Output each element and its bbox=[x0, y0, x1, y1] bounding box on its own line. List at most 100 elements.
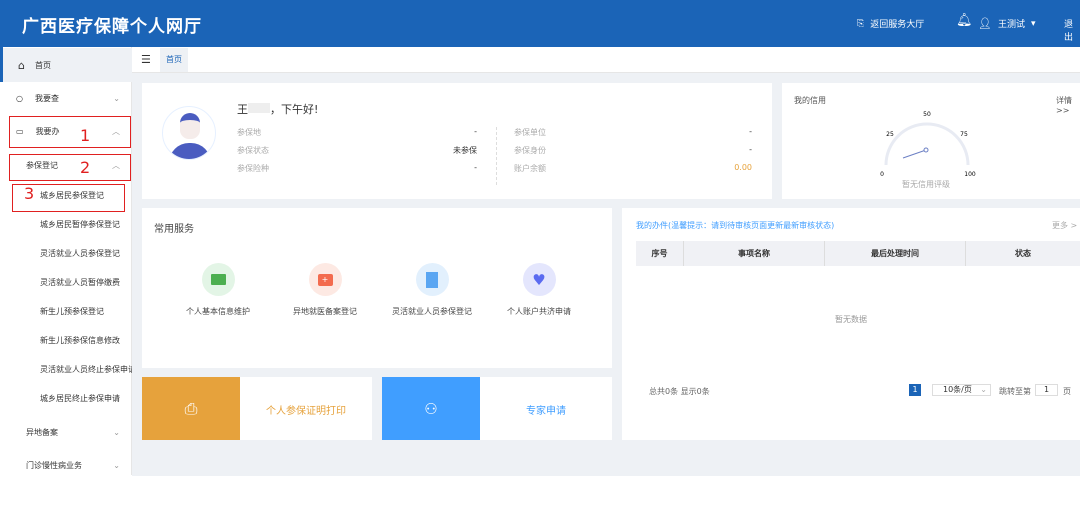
subitem-label: 城乡居民终止参保申请 bbox=[40, 394, 120, 403]
service-label: 灵活就业人员参保登记 bbox=[392, 307, 472, 316]
subitem-label: 灵活就业人员暂停缴费 bbox=[40, 278, 120, 287]
profile-card: 王 ，下午好! 参保地 - 参保状态 未参保 参保险种 - 参保单位 - 参保身份 - 账户余额 0.0… bbox=[142, 83, 772, 199]
profile-value: - bbox=[749, 127, 752, 136]
service-label: 异地就医备案登记 bbox=[293, 307, 357, 316]
greeting-name: 王 bbox=[237, 103, 248, 116]
sidebar-subitem[interactable]: 灵活就业人员终止参保申请 bbox=[0, 364, 132, 375]
gauge-arc bbox=[884, 122, 970, 166]
credit-title: 我的信用 bbox=[794, 96, 826, 105]
service-account-sharing[interactable]: ♥ 个人账户共济申请 bbox=[484, 263, 594, 317]
menu-toggle-icon[interactable]: ☰ bbox=[141, 53, 151, 66]
sidebar-subitem[interactable]: 新生儿预参保信息修改 bbox=[0, 335, 132, 346]
sidebar-subitem[interactable]: 城乡居民暂停参保登记 bbox=[0, 219, 132, 230]
print-label: 个人参保证明打印 bbox=[266, 406, 346, 417]
chevron-down-icon: ⌄ bbox=[113, 94, 120, 103]
credit-detail-link[interactable]: 详情>> bbox=[1056, 95, 1080, 115]
main-content: 王 ，下午好! 参保地 - 参保状态 未参保 参保险种 - 参保单位 - 参保身份 - 账户余额 0.0… bbox=[132, 73, 1080, 476]
return-label: 返回服务大厅 bbox=[870, 20, 925, 30]
chevron-down-icon: ⌄ bbox=[113, 461, 120, 470]
credit-status: 暂无信用评级 bbox=[902, 180, 950, 189]
sidebar-item-outpatient[interactable]: 门诊慢性病业务 ⌄ bbox=[0, 460, 132, 471]
active-indicator bbox=[0, 47, 3, 82]
tab-home[interactable]: 首页 bbox=[160, 48, 188, 72]
sidebar-subitem[interactable]: 新生儿预参保登记 bbox=[0, 306, 132, 317]
breadcrumb: ☰ 首页 bbox=[132, 48, 1080, 73]
jump-label: 跳转至第 bbox=[999, 387, 1031, 396]
col-header-time: 最后处理时间 bbox=[825, 241, 966, 266]
profile-value: 未参保 bbox=[453, 146, 477, 155]
profile-value: 0.00 bbox=[734, 163, 752, 172]
jump-page-input[interactable]: 1 bbox=[1035, 384, 1058, 396]
subitem-label: 新生儿预参保信息修改 bbox=[40, 336, 120, 345]
sidebar-item-home[interactable]: ⌂ 首页 bbox=[0, 48, 132, 82]
annotation-number-3: 3 bbox=[24, 184, 35, 203]
building-icon bbox=[415, 263, 449, 296]
exit-door-icon: ⎘ bbox=[857, 18, 865, 29]
services-title: 常用服务 bbox=[154, 224, 194, 235]
credit-card: 我的信用 详情>> 0 25 50 75 100 暂无信用评级 bbox=[782, 83, 1080, 199]
service-label: 个人基本信息维护 bbox=[186, 307, 250, 316]
gauge-tick-100: 100 bbox=[964, 171, 976, 177]
subitem-label: 新生儿预参保登记 bbox=[40, 307, 104, 316]
annotation-number-1: 1 bbox=[80, 126, 91, 145]
todo-more-link[interactable]: 更多 > bbox=[1052, 220, 1077, 231]
user-name: 王测试 bbox=[997, 20, 1025, 30]
profile-label: 参保单位 bbox=[514, 128, 546, 137]
person-icon: ⚇ bbox=[382, 377, 480, 440]
sidebar-item-query[interactable]: ○ 我要查 ⌄ bbox=[0, 93, 132, 104]
profile-value: - bbox=[749, 145, 752, 154]
id-card-icon bbox=[201, 263, 235, 296]
profile-label: 参保身份 bbox=[514, 146, 546, 155]
user-menu[interactable]: 👤︎ 王测试 ▾ bbox=[978, 17, 1036, 30]
page-1-button[interactable]: 1 bbox=[909, 384, 921, 396]
return-hall-link[interactable]: ⎘ 返回服务大厅 bbox=[857, 17, 925, 31]
gauge-tick-0: 0 bbox=[880, 171, 884, 177]
logout-link[interactable]: 退出 bbox=[1064, 17, 1080, 43]
sidebar-item-remote[interactable]: 异地备案 ⌄ bbox=[0, 427, 132, 438]
service-personal-info[interactable]: 个人基本信息维护 bbox=[163, 263, 273, 317]
sidebar: ⌂ 首页 ○ 我要查 ⌄ ▭ 我要办 ︿ 参保登记 ︿ 城乡居民参保登记 城乡居民暂停参保登记… bbox=[0, 47, 132, 475]
remote-label: 异地备案 bbox=[26, 428, 58, 437]
subitem-label: 城乡居民暂停参保登记 bbox=[40, 220, 120, 229]
annotation-box-2 bbox=[9, 154, 131, 181]
credit-gauge: 0 25 50 75 100 bbox=[880, 111, 976, 177]
page-size-select[interactable]: 10条/页 ⌄ bbox=[932, 384, 991, 396]
site-title: 广西医疗保障个人网厅 bbox=[22, 17, 202, 37]
subitem-label: 灵活就业人员终止参保申请 bbox=[40, 365, 132, 374]
profile-value: - bbox=[474, 163, 477, 172]
profile-label: 参保状态 bbox=[237, 146, 269, 155]
service-flexible-employment[interactable]: 灵活就业人员参保登记 bbox=[377, 263, 487, 317]
pagination-total: 总共0条 显示0条 bbox=[649, 387, 710, 396]
user-icon: 👤︎ bbox=[978, 17, 992, 30]
col-header-name: 事项名称 bbox=[684, 241, 825, 266]
empty-text: 暂无数据 bbox=[835, 315, 867, 324]
search-icon: ○ bbox=[16, 94, 23, 103]
sidebar-subitem[interactable]: 灵活就业人员暂停缴费 bbox=[0, 277, 132, 288]
avatar bbox=[162, 106, 216, 160]
col-header-index: 序号 bbox=[636, 241, 684, 266]
print-certificate-button[interactable]: ⎙ 个人参保证明打印 bbox=[142, 377, 372, 440]
page-size-value: 10条/页 bbox=[943, 385, 972, 394]
printer-icon: ⎙ bbox=[142, 377, 240, 440]
service-remote-medical[interactable]: + 异地就医备案登记 bbox=[270, 263, 380, 317]
home-label: 首页 bbox=[34, 60, 51, 70]
home-icon: ⌂ bbox=[18, 58, 25, 72]
heart-icon: ♥ bbox=[522, 263, 556, 296]
caret-down-icon: ▾ bbox=[1030, 18, 1036, 29]
outpatient-label: 门诊慢性病业务 bbox=[26, 461, 82, 470]
gauge-pivot bbox=[923, 147, 929, 153]
profile-value: - bbox=[474, 127, 477, 136]
greeting: 王 ，下午好! bbox=[237, 101, 318, 117]
chevron-down-icon: ⌄ bbox=[113, 428, 120, 437]
sidebar-subitem[interactable]: 城乡居民终止参保申请 bbox=[0, 393, 132, 404]
page-unit: 页 bbox=[1063, 387, 1071, 396]
gauge-tick-25: 25 bbox=[886, 131, 894, 138]
gauge-tick-75: 75 bbox=[960, 131, 968, 138]
bell-icon[interactable]: 🔔︎ bbox=[956, 13, 973, 28]
annotation-number-2: 2 bbox=[80, 158, 91, 177]
service-label: 个人账户共济申请 bbox=[507, 307, 571, 316]
sidebar-subitem[interactable]: 灵活就业人员参保登记 bbox=[0, 248, 132, 259]
expert-label: 专家申请 bbox=[526, 406, 566, 417]
expert-apply-button[interactable]: ⚇ 专家申请 bbox=[382, 377, 612, 440]
todo-title: 我的办件(温馨提示：请到待审核页面更新最新审核状态) bbox=[636, 221, 835, 230]
